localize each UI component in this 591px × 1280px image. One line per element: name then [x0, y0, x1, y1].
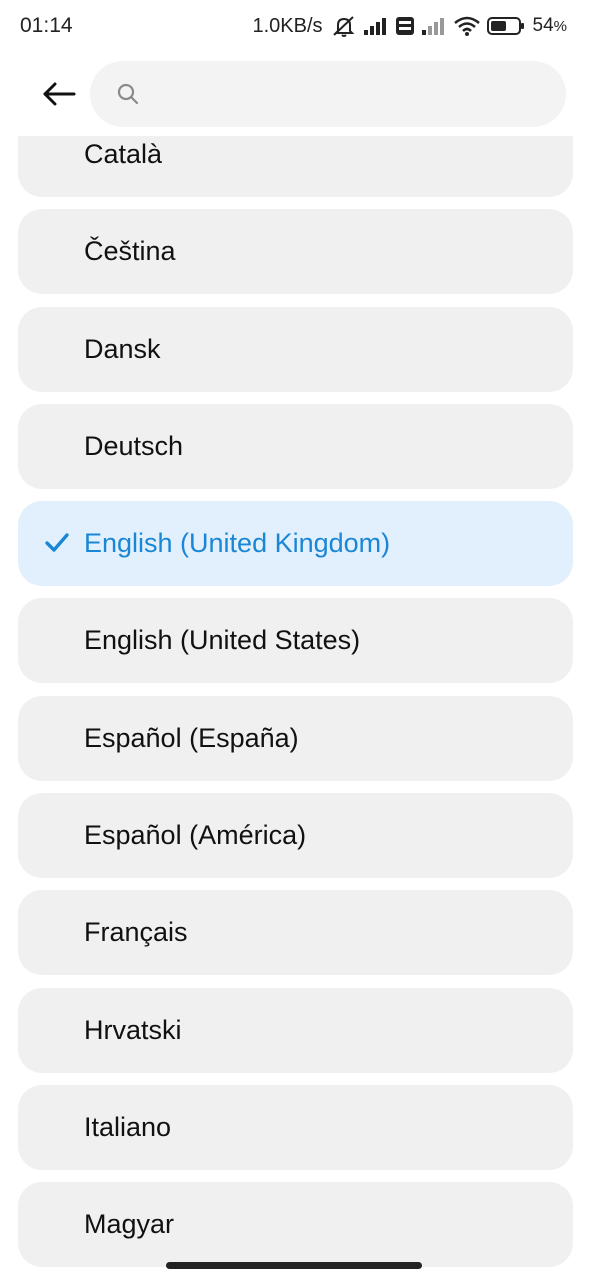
language-label: Español (España): [84, 722, 299, 753]
home-indicator[interactable]: [166, 1262, 422, 1269]
arrow-left-icon: [42, 82, 76, 106]
signal-icon: [421, 16, 447, 36]
top-app-bar: [0, 52, 591, 136]
language-item-magyar[interactable]: Magyar: [18, 1182, 573, 1268]
language-item-espanol-espana[interactable]: Español (España): [18, 695, 573, 781]
language-item-hrvatski[interactable]: Hrvatski: [18, 987, 573, 1073]
back-button[interactable]: [34, 72, 84, 116]
search-icon: [116, 82, 140, 106]
language-label: Català: [84, 139, 163, 169]
language-item-italiano[interactable]: Italiano: [18, 1084, 573, 1170]
language-label: Magyar: [84, 1209, 175, 1240]
language-item-espanol-america[interactable]: Español (América): [18, 793, 573, 879]
status-icons: 1.0KB/s 54%: [252, 12, 567, 40]
search-input[interactable]: [152, 80, 536, 108]
language-label: English (United States): [84, 625, 361, 656]
language-label: Hrvatski: [84, 1014, 182, 1045]
mute-icon: [331, 14, 357, 38]
status-time: 01:14: [20, 14, 73, 37]
checkmark-icon: [44, 530, 70, 556]
language-item-english-us[interactable]: English (United States): [18, 598, 573, 684]
language-label: Italiano: [84, 1111, 172, 1142]
wifi-icon: [453, 15, 481, 37]
language-list: Català Čeština Dansk Deutsch English (Un…: [18, 112, 573, 1280]
language-item-francais[interactable]: Français: [18, 890, 573, 976]
language-label: English (United Kingdom): [84, 528, 391, 559]
language-label: Čeština: [84, 236, 176, 267]
language-label: Français: [84, 917, 188, 948]
battery-icon: [486, 16, 525, 36]
language-item-dansk[interactable]: Dansk: [18, 306, 573, 392]
network-speed: 1.0KB/s: [252, 14, 323, 37]
signal-icon: [363, 16, 389, 36]
volte-icon: [395, 16, 415, 36]
language-label: Deutsch: [84, 430, 184, 461]
battery-percentage: 54%: [532, 15, 567, 36]
language-label: Dansk: [84, 333, 161, 364]
status-bar: 01:14 1.0KB/s 54%: [0, 0, 591, 52]
language-item-english-uk[interactable]: English (United Kingdom): [18, 501, 573, 587]
language-label: Español (América): [84, 820, 307, 851]
language-item-cestina[interactable]: Čeština: [18, 209, 573, 295]
search-bar[interactable]: [90, 61, 566, 127]
language-item-deutsch[interactable]: Deutsch: [18, 403, 573, 489]
